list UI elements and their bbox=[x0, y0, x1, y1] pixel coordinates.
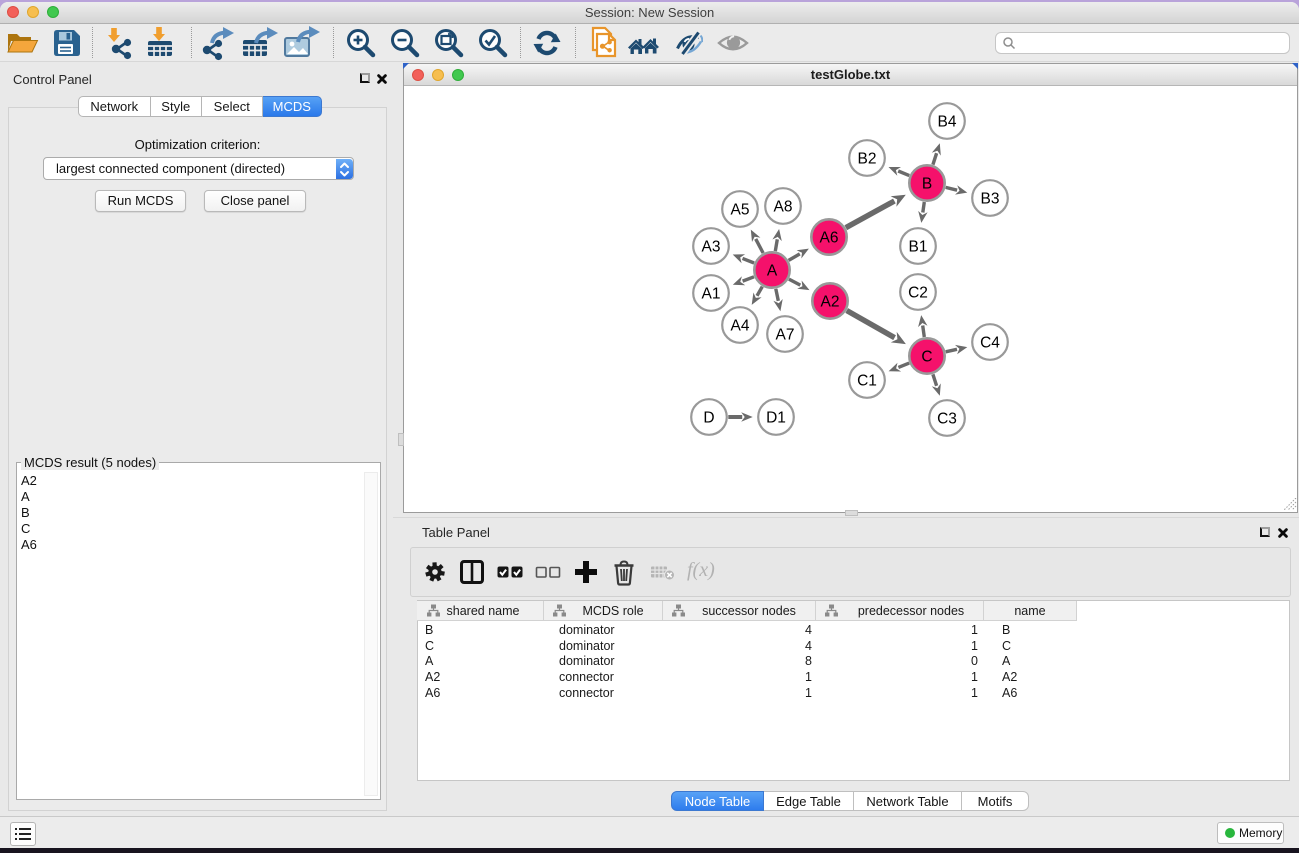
svg-text:A5: A5 bbox=[731, 201, 750, 218]
svg-text:A2: A2 bbox=[821, 293, 840, 310]
svg-text:A4: A4 bbox=[731, 317, 750, 334]
svg-text:B2: B2 bbox=[858, 150, 877, 167]
svg-text:A3: A3 bbox=[702, 238, 721, 255]
svg-text:C3: C3 bbox=[937, 410, 957, 427]
svg-text:D: D bbox=[703, 409, 714, 426]
svg-text:A8: A8 bbox=[774, 198, 793, 215]
svg-text:A6: A6 bbox=[820, 229, 839, 246]
svg-text:D1: D1 bbox=[766, 409, 786, 426]
svg-text:A7: A7 bbox=[776, 326, 795, 343]
svg-text:C4: C4 bbox=[980, 334, 1000, 351]
svg-text:B3: B3 bbox=[981, 190, 1000, 207]
svg-text:B1: B1 bbox=[909, 238, 928, 255]
svg-text:A: A bbox=[767, 262, 778, 279]
svg-text:C1: C1 bbox=[857, 372, 877, 389]
svg-text:C: C bbox=[921, 348, 932, 365]
svg-text:A1: A1 bbox=[702, 285, 721, 302]
svg-text:B: B bbox=[922, 175, 932, 192]
svg-text:C2: C2 bbox=[908, 284, 928, 301]
svg-text:B4: B4 bbox=[938, 113, 957, 130]
